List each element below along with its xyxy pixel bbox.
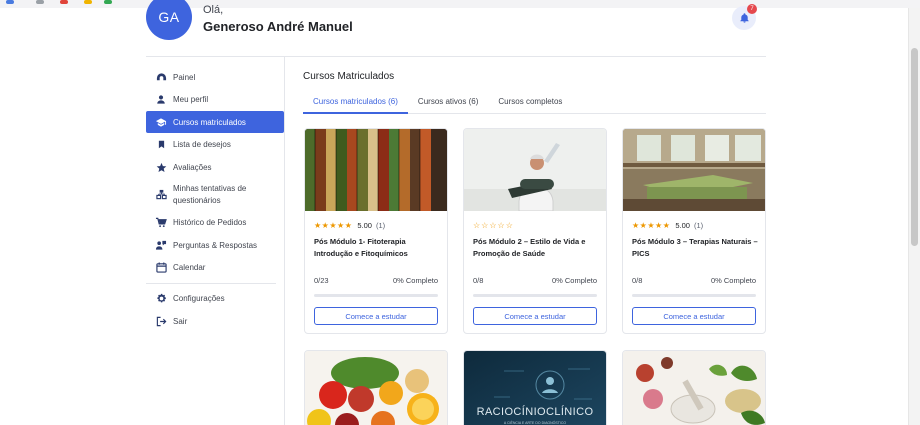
- lessons-progress: 0/8: [632, 276, 643, 285]
- course-thumbnail[interactable]: [305, 351, 447, 425]
- progress-bar: [632, 294, 756, 297]
- rating-value: 5.00: [675, 221, 690, 230]
- course-title[interactable]: Pós Módulo 3 – Terapias Naturais – PICS: [632, 236, 760, 260]
- course-thumbnail[interactable]: [464, 129, 606, 212]
- bookmark-favicon-icon[interactable]: [104, 0, 112, 4]
- sidebar-item-label: Cursos matriculados: [173, 117, 246, 127]
- course-card[interactable]: ★★★★★ 5.00 (1) Pós Módulo 1- Fitoterapia…: [304, 128, 448, 334]
- tab-cursos-matriculados[interactable]: Cursos matriculados (6): [303, 92, 408, 114]
- rating-count: (1): [375, 221, 386, 230]
- start-studying-button[interactable]: Comece a estudar: [632, 307, 756, 325]
- sidebar-item-label: Calendar: [173, 263, 206, 273]
- course-rating: ★★★★★ 5.00 (1): [314, 221, 385, 230]
- bookmark-favicon-icon[interactable]: [84, 0, 92, 4]
- quiz-icon: [155, 189, 167, 201]
- avatar[interactable]: GA: [146, 0, 192, 40]
- sidebar-item-label: Meu perfil: [173, 95, 209, 105]
- course-title[interactable]: Pós Módulo 1- Fitoterapia Introdução e F…: [314, 236, 442, 260]
- user-icon: [155, 94, 167, 106]
- user-name: Generoso André Manuel: [203, 19, 353, 34]
- cart-icon: [155, 217, 167, 229]
- tab-cursos-completos[interactable]: Cursos completos: [488, 92, 572, 114]
- greeting-text: Olá,: [203, 4, 224, 16]
- page-title: Cursos Matriculados: [303, 71, 395, 82]
- notification-badge: 7: [747, 4, 757, 14]
- browser-bookmark-strip: [0, 0, 920, 8]
- gear-icon: [155, 293, 167, 305]
- sidebar-divider: [284, 57, 285, 425]
- sidebar-item-tentativas-questionarios[interactable]: Minhas tentativas de questionários: [146, 179, 284, 211]
- sidebar-item-painel[interactable]: Painel: [146, 66, 284, 88]
- notification-button[interactable]: 7: [732, 4, 757, 30]
- star-icon: [155, 161, 167, 173]
- course-thumbnail[interactable]: [623, 351, 765, 425]
- bookmark-favicon-icon[interactable]: [36, 0, 44, 4]
- rating-count: (1): [693, 221, 704, 230]
- avatar-initials: GA: [158, 9, 180, 25]
- sidebar-item-label: Histórico de Pedidos: [173, 218, 247, 228]
- logout-icon: [155, 315, 167, 327]
- sidebar-item-cursos-matriculados[interactable]: Cursos matriculados: [146, 111, 284, 134]
- course-card[interactable]: [304, 350, 448, 425]
- thumbnail-caption: RACIOCÍNIOCLÍNICO: [477, 405, 594, 418]
- sidebar-item-label: Lista de desejos: [173, 140, 231, 150]
- completion-percent: 0% Completo: [392, 276, 438, 285]
- completion-percent: 0% Completo: [710, 276, 756, 285]
- lessons-progress: 0/8: [473, 276, 484, 285]
- dashboard-icon: [155, 71, 167, 83]
- bookmark-favicon-icon[interactable]: [6, 0, 14, 4]
- progress-bar: [314, 294, 438, 297]
- sidebar-menu: Painel Meu perfil Cursos matriculados Li…: [146, 66, 284, 333]
- scrollbar-thumb[interactable]: [911, 48, 918, 246]
- course-progress-text: 0/23 0% Completo: [314, 276, 438, 285]
- sidebar-item-perguntas-respostas[interactable]: Perguntas & Respostas: [146, 234, 284, 256]
- start-studying-button[interactable]: Comece a estudar: [473, 307, 597, 325]
- sidebar-item-meu-perfil[interactable]: Meu perfil: [146, 89, 284, 111]
- calendar-icon: [155, 262, 167, 274]
- course-card[interactable]: ☆☆☆☆☆ Pós Módulo 2 – Estilo de Vida e Pr…: [463, 128, 607, 334]
- sidebar-item-avaliacoes[interactable]: Avaliações: [146, 156, 284, 178]
- course-progress-text: 0/8 0% Completo: [632, 276, 756, 285]
- tab-cursos-ativos[interactable]: Cursos ativos (6): [408, 92, 488, 114]
- course-rating: ★★★★★ 5.00 (1): [632, 221, 703, 230]
- course-tabs: Cursos matriculados (6) Cursos ativos (6…: [303, 92, 766, 114]
- sidebar-item-label: Minhas tentativas de questionários: [173, 183, 247, 205]
- bookmark-favicon-icon[interactable]: [60, 0, 68, 4]
- bell-icon: [739, 13, 749, 23]
- lessons-progress: 0/23: [314, 276, 329, 285]
- sidebar-item-label: Configurações: [173, 294, 225, 304]
- sidebar-item-sair[interactable]: Sair: [146, 310, 284, 332]
- sidebar-separator: [146, 282, 276, 284]
- rating-stars-icon: ★★★★★: [632, 221, 671, 230]
- course-progress-text: 0/8 0% Completo: [473, 276, 597, 285]
- completion-percent: 0% Completo: [551, 276, 597, 285]
- graduation-cap-icon: [155, 116, 167, 128]
- course-card[interactable]: RACIOCÍNIOCLÍNICO A CIÊNCIA E ARTE DO DI…: [463, 350, 607, 425]
- course-card[interactable]: ★★★★★ 5.00 (1) Pós Módulo 3 – Terapias N…: [622, 128, 766, 334]
- course-title[interactable]: Pós Módulo 2 – Estilo de Vida e Promoção…: [473, 236, 601, 260]
- sidebar-item-historico-pedidos[interactable]: Histórico de Pedidos: [146, 212, 284, 234]
- course-thumbnail[interactable]: [305, 129, 447, 211]
- page-scrollbar[interactable]: [908, 8, 920, 425]
- course-card[interactable]: [622, 350, 766, 425]
- rating-stars-icon: ★★★★★: [314, 221, 353, 230]
- sidebar-item-calendar[interactable]: Calendar: [146, 257, 284, 279]
- sidebar-item-label: Painel: [173, 72, 196, 82]
- course-thumbnail[interactable]: RACIOCÍNIOCLÍNICO A CIÊNCIA E ARTE DO DI…: [464, 351, 606, 425]
- start-studying-button[interactable]: Comece a estudar: [314, 307, 438, 325]
- bookmark-icon: [155, 139, 167, 151]
- sidebar-item-label: Avaliações: [173, 162, 212, 172]
- sidebar-item-configuracoes[interactable]: Configurações: [146, 288, 284, 310]
- qa-icon: [155, 239, 167, 251]
- thumbnail-subcaption: A CIÊNCIA E ARTE DO DIAGNÓSTICO: [504, 420, 566, 425]
- rating-value: 5.00: [357, 221, 372, 230]
- rating-stars-empty-icon: ☆☆☆☆☆: [473, 221, 514, 230]
- sidebar-item-lista-de-desejos[interactable]: Lista de desejos: [146, 134, 284, 156]
- header-divider: [146, 56, 766, 57]
- sidebar-item-label: Sair: [173, 316, 188, 326]
- course-rating: ☆☆☆☆☆: [473, 221, 519, 230]
- sidebar-item-label: Perguntas & Respostas: [173, 240, 258, 250]
- course-thumbnail[interactable]: [623, 129, 765, 211]
- progress-bar: [473, 294, 597, 297]
